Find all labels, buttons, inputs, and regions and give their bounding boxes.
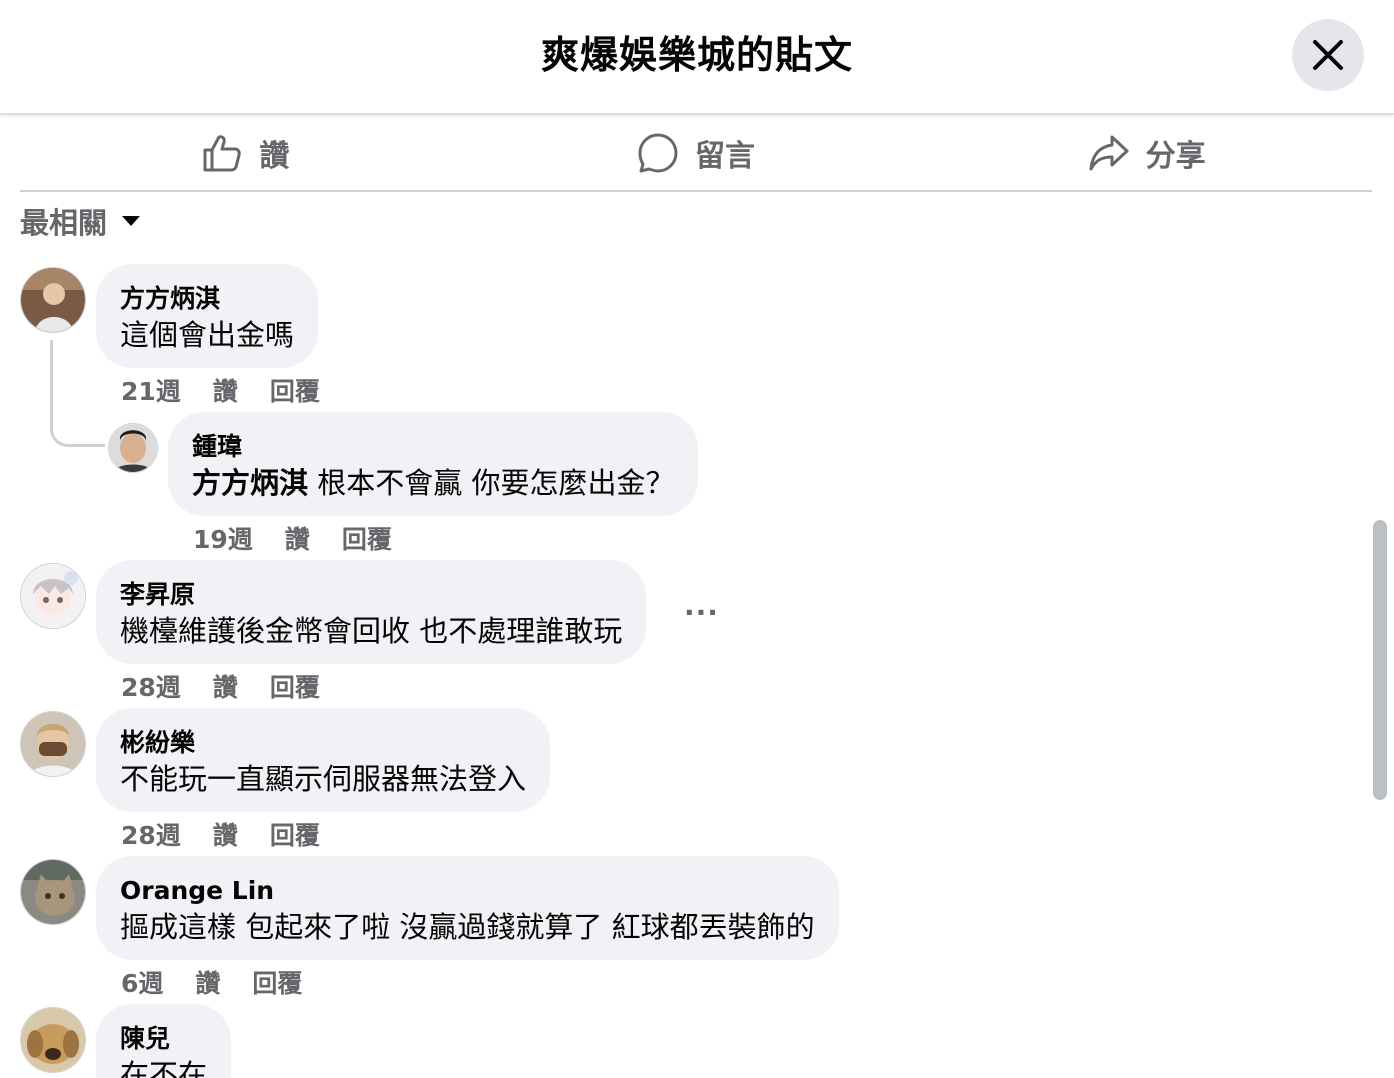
comment-author[interactable]: Orange Lin [120, 874, 815, 908]
comment-author[interactable]: 鍾瑋 [192, 430, 674, 464]
comment-bubble: 陳兒 在不在 [96, 1004, 232, 1078]
comment-bubble-icon [638, 133, 678, 173]
comment-bubble: 鍾瑋 方方炳淇 根本不會贏 你要怎麼出金？ [168, 412, 699, 516]
comment-meta: 28週 讚 回覆 [121, 816, 320, 852]
comment-text: 這個會出金嗎 [120, 318, 295, 352]
comment-author[interactable]: 彬紛樂 [120, 726, 526, 760]
avatar[interactable] [20, 1007, 86, 1073]
avatar[interactable] [20, 711, 86, 777]
comment-bubble: 方方炳淇 這個會出金嗎 [96, 264, 319, 368]
comment-author[interactable]: 方方炳淇 [120, 282, 294, 316]
comment-like-button[interactable]: 讚 [285, 520, 310, 556]
comment-text: 機檯維護後金幣會回收 也不處理誰敢玩 [120, 614, 623, 648]
sort-label: 最相關 [20, 206, 108, 240]
post-dialog: 爽爆娛樂城的貼文 讚 留言 分享 最相關 方方炳淇 這個會出金嗎 21週 讚 回… [0, 0, 1394, 1078]
share-label: 分享 [1145, 139, 1206, 174]
comment-time[interactable]: 6週 [121, 964, 163, 1000]
dialog-title: 爽爆娛樂城的貼文 [540, 33, 853, 77]
comment-button[interactable]: 留言 [471, 116, 922, 190]
comment-time[interactable]: 28週 [121, 816, 181, 852]
more-options-button[interactable]: ··· [684, 596, 719, 629]
caret-down-icon [122, 216, 141, 226]
comment-text: 不能玩一直顯示伺服器無法登入 [120, 762, 527, 796]
share-arrow-icon [1089, 135, 1129, 171]
comment-like-button[interactable]: 讚 [213, 668, 238, 704]
like-label: 讚 [259, 139, 290, 174]
comment-time[interactable]: 19週 [193, 520, 253, 556]
comment-meta: 19週 讚 回覆 [193, 520, 392, 556]
comment-mention[interactable]: 方方炳淇 [192, 466, 308, 500]
close-button[interactable] [1292, 19, 1364, 91]
thumbs-up-icon [203, 135, 242, 172]
comment-reply-button[interactable]: 回覆 [342, 520, 392, 556]
comment-reply-button[interactable]: 回覆 [270, 816, 320, 852]
share-button[interactable]: 分享 [921, 116, 1372, 190]
comment-bubble: 李昇原 機檯維護後金幣會回收 也不處理誰敢玩 [96, 560, 647, 664]
comment-text: 方方炳淇 根本不會贏 你要怎麼出金？ [192, 464, 674, 502]
post-action-bar: 讚 留言 分享 [20, 116, 1372, 192]
comment-meta: 6週 讚 回覆 [121, 964, 302, 1000]
comment-like-button[interactable]: 讚 [195, 964, 220, 1000]
comment-time[interactable]: 28週 [121, 668, 181, 704]
scrollbar-thumb[interactable] [1373, 520, 1387, 800]
comment-meta: 28週 讚 回覆 [121, 668, 320, 704]
reply-thread-line [50, 340, 105, 447]
comment-text-body: 根本不會贏 你要怎麼出金？ [308, 466, 675, 500]
comment-time[interactable]: 21週 [121, 372, 181, 408]
comment-text: 摳成這樣 包起來了啦 沒贏過錢就算了 紅球都丟裝飾的 [120, 910, 815, 944]
comment-reply-button[interactable]: 回覆 [252, 964, 302, 1000]
comment-like-button[interactable]: 讚 [213, 816, 238, 852]
comment-author[interactable]: 陳兒 [120, 1022, 207, 1056]
comment-bubble: 彬紛樂 不能玩一直顯示伺服器無法登入 [96, 708, 551, 812]
comment-bubble: Orange Lin 摳成這樣 包起來了啦 沒贏過錢就算了 紅球都丟裝飾的 [96, 856, 839, 960]
like-button[interactable]: 讚 [20, 116, 471, 190]
close-icon [1313, 40, 1343, 70]
comment-label: 留言 [695, 139, 755, 174]
comment-reply-button[interactable]: 回覆 [270, 372, 320, 408]
comment-text: 在不在 [120, 1058, 208, 1078]
comment-like-button[interactable]: 讚 [213, 372, 238, 408]
comment-reply-button[interactable]: 回覆 [270, 668, 320, 704]
dialog-header: 爽爆娛樂城的貼文 [0, 0, 1394, 115]
avatar[interactable] [20, 563, 86, 629]
avatar[interactable] [20, 267, 86, 333]
comment-meta: 21週 讚 回覆 [121, 372, 320, 408]
comment-author[interactable]: 李昇原 [120, 578, 622, 612]
avatar[interactable] [108, 423, 158, 473]
comment-sort-dropdown[interactable]: 最相關 [20, 200, 141, 242]
avatar[interactable] [20, 859, 86, 925]
